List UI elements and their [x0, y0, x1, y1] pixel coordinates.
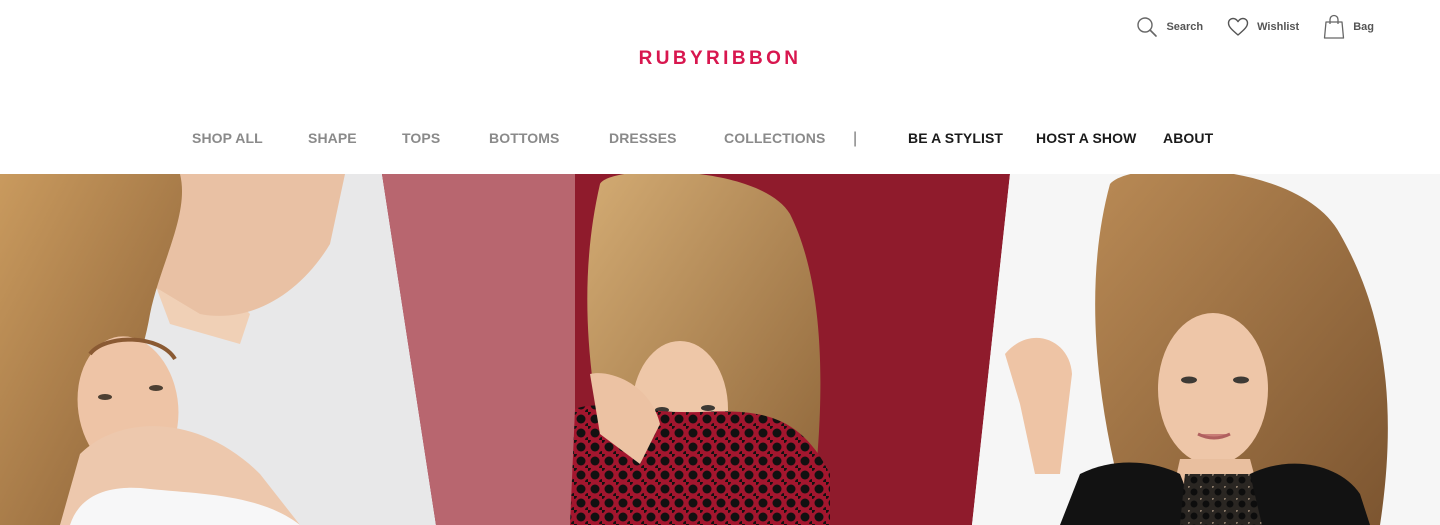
heart-icon: [1227, 17, 1249, 36]
wishlist-link[interactable]: Wishlist: [1227, 17, 1299, 37]
shopping-bag-icon: [1324, 14, 1345, 39]
nav-item-about[interactable]: ABOUT: [1163, 130, 1213, 146]
hero-panel-left: [0, 174, 440, 525]
nav-item-shape[interactable]: SHAPE: [308, 130, 357, 146]
search-icon: [1137, 17, 1158, 37]
nav-item-dresses[interactable]: DRESSES: [609, 130, 677, 146]
nav-item-shop-all[interactable]: SHOP ALL: [192, 130, 263, 146]
nav-separator: |: [853, 130, 858, 147]
wishlist-label: Wishlist: [1257, 21, 1300, 33]
bag-label: Bag: [1353, 21, 1374, 33]
utility-nav: Search Wishlist Bag: [1112, 14, 1374, 40]
nav-item-bottoms[interactable]: BOTTOMS: [489, 130, 559, 146]
hero-panel-middle: [382, 174, 1010, 525]
nav-item-tops[interactable]: TOPS: [402, 130, 440, 146]
brand-logo[interactable]: RUBYRIBBON: [0, 48, 1440, 70]
hero-image: [0, 174, 1440, 525]
search-label: Search: [1166, 21, 1204, 33]
main-nav: SHOP ALL SHAPE TOPS BOTTOMS DRESSES COLL…: [0, 130, 1440, 150]
nav-item-host-a-show[interactable]: HOST A SHOW: [1036, 130, 1136, 146]
search-link[interactable]: Search: [1136, 16, 1203, 38]
nav-item-collections[interactable]: COLLECTIONS: [724, 130, 825, 146]
site-header: Search Wishlist Bag RUBYRIBBON SHOP ALL …: [0, 0, 1440, 174]
bag-link[interactable]: Bag: [1323, 14, 1374, 40]
hero-panel-right: [972, 174, 1440, 525]
hero-banner[interactable]: [0, 174, 1440, 525]
nav-item-be-a-stylist[interactable]: BE A STYLIST: [908, 130, 1003, 146]
